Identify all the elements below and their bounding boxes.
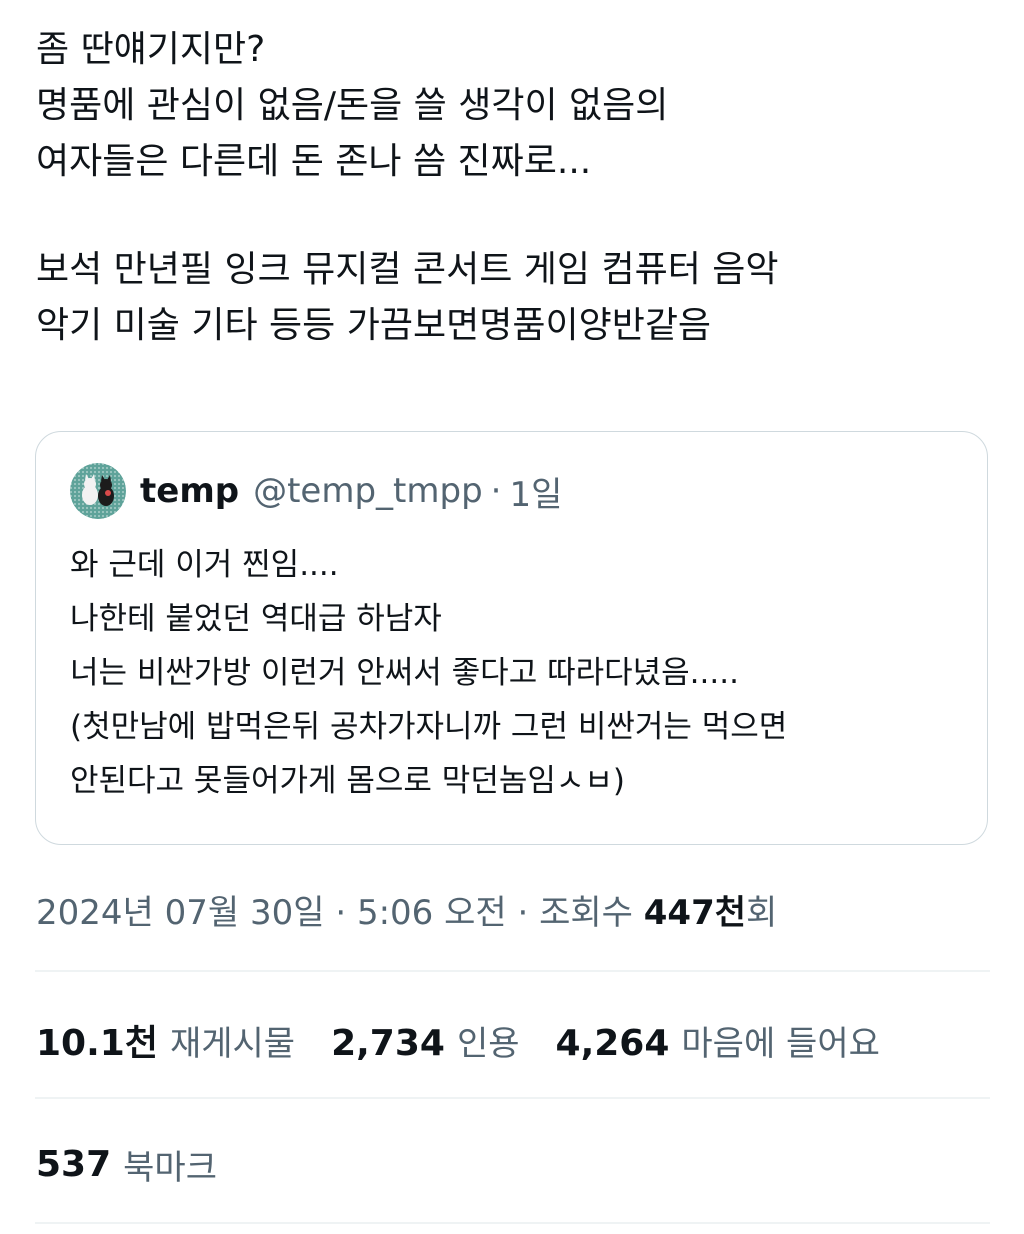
reposts-count: 10.1천 — [36, 1023, 158, 1064]
separator-dot: · — [490, 471, 502, 511]
tweet-date[interactable]: 2024년 07월 30일 — [36, 893, 325, 933]
quote-tweet-text: 와 근데 이거 찐임.... 나한테 붙었던 역대급 하남자 너는 비싼가방 이… — [70, 538, 970, 808]
tweet-text-line: 악기 미술 기타 등등 가끔보면명품이양반같음 — [36, 305, 712, 346]
tweet-text-line: 여자들은 다른데 돈 존나 씀 진짜로... — [36, 141, 592, 182]
tweet-detail: 좀 딴얘기지만? 명품에 관심이 없음/돈을 쓸 생각이 없음의 여자들은 다른… — [0, 0, 1024, 1234]
quote-tweet-card[interactable]: temp @temp_tmpp · 1일 와 근데 이거 찐임.... 나한테 … — [35, 431, 988, 845]
quote-author-handle[interactable]: @temp_tmpp — [253, 471, 483, 511]
divider — [35, 1222, 990, 1224]
tweet-text-blank-line — [36, 190, 996, 242]
tweet-metadata: 2024년 07월 30일 · 5:06 오전 · 조회수 447천회 — [36, 885, 777, 941]
views-suffix: 회 — [746, 893, 778, 933]
likes-count: 4,264 — [555, 1022, 670, 1064]
tweet-text-line: 보석 만년필 잉크 뮤지컬 콘서트 게임 컴퓨터 음악 — [36, 249, 779, 290]
avatar-image — [70, 463, 126, 519]
bookmarks-count: 537 — [36, 1143, 112, 1185]
separator-dot: · — [324, 893, 357, 933]
quotes-count: 2,734 — [331, 1022, 445, 1064]
quotes-stat[interactable]: 2,734 인용 — [331, 1016, 519, 1065]
avatar[interactable] — [70, 463, 126, 519]
views-label: 조회수 — [539, 893, 644, 933]
reposts-label: 재게시물 — [169, 1024, 296, 1064]
quote-tweet-header: temp @temp_tmpp · 1일 — [70, 462, 562, 520]
tweet-text: 좀 딴얘기지만? 명품에 관심이 없음/돈을 쓸 생각이 없음의 여자들은 다른… — [36, 22, 996, 354]
bookmarks-stat[interactable]: 537 북마크 — [36, 1134, 217, 1194]
likes-label: 마음에 들어요 — [681, 1023, 880, 1064]
tweet-text-line: 좀 딴얘기지만? — [36, 29, 266, 70]
quote-text-line: 너는 비싼가방 이런거 안써서 좋다고 따라다녔음..... — [70, 655, 739, 691]
likes-stat[interactable]: 4,264 마음에 들어요 — [556, 1016, 880, 1065]
engagement-stats: 10.1천 재게시물 2,734 인용 4,264 마음에 들어요 — [36, 1010, 916, 1070]
views-count: 447천 — [643, 893, 747, 933]
separator-dot: · — [506, 893, 540, 933]
quote-text-line: 와 근데 이거 찐임.... — [70, 547, 339, 583]
reposts-stat[interactable]: 10.1천 재게시물 — [36, 1014, 295, 1066]
quote-text-line: (첫만남에 밥먹은뒤 공차가자니까 그런 비싼거는 먹으면 — [70, 709, 788, 745]
bookmarks-label: 북마크 — [123, 1147, 217, 1188]
quotes-label: 인용 — [456, 1023, 520, 1064]
quote-timestamp[interactable]: 1일 — [509, 467, 562, 516]
tweet-time[interactable]: 5:06 오전 — [357, 893, 507, 933]
quote-text-line: 안된다고 못들어가게 몸으로 막던놈임ㅅㅂ) — [70, 763, 626, 799]
tweet-text-line: 명품에 관심이 없음/돈을 쓸 생각이 없음의 — [36, 85, 669, 126]
divider — [35, 1097, 990, 1099]
divider — [35, 970, 990, 972]
quote-text-line: 나한테 붙었던 역대급 하남자 — [70, 601, 442, 637]
quote-author-name[interactable]: temp — [140, 471, 239, 511]
